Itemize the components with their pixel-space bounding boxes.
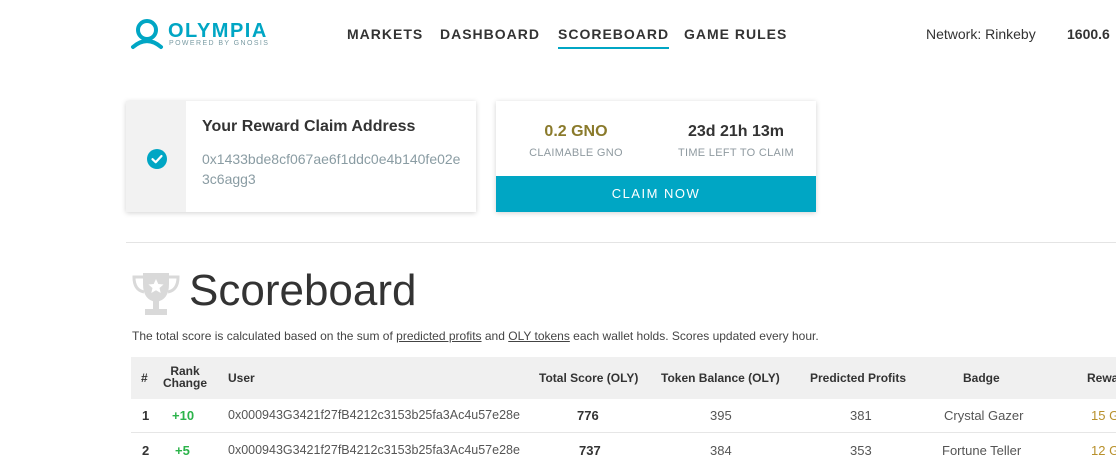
row-rank-change: +10 [172, 408, 195, 423]
time-left-value: 23d 21h 13m [687, 123, 785, 140]
table-row[interactable]: 2 +5 0x000943G3421f27fB4212c3153b25fa3Ac… [131, 434, 1116, 458]
col-token-balance: Token Balance (OLY) [661, 371, 780, 385]
claimable-gno-label: CLAIMABLE GNO [529, 147, 623, 159]
col-rank-change: Rank Change [161, 365, 209, 389]
desc-text-3: each wallet holds. Scores updated every … [569, 329, 819, 343]
desc-text-1: The total score is calculated based on t… [132, 329, 397, 343]
col-total-score: Total Score (OLY) [539, 371, 639, 385]
row-reward: 15 G [1091, 408, 1116, 423]
time-left-label: TIME LEFT TO CLAIM [677, 147, 795, 159]
row-total-score: 776 [577, 408, 599, 423]
row-token-balance: 395 [710, 408, 732, 423]
check-circle-icon [147, 149, 167, 169]
reward-address-value: 0x1433bde8cf067ae6f1ddc0e4b140fe02e3c6ag… [202, 151, 461, 187]
col-predicted-profits: Predicted Profits [810, 371, 907, 385]
col-rank-change-line2: Change [162, 376, 207, 390]
col-rank: # [141, 371, 148, 385]
scoreboard-description: The total score is calculated based on t… [132, 329, 819, 343]
row-total-score: 737 [579, 443, 601, 458]
reward-address-card: Your Reward Claim Address 0x1433bde8cf06… [126, 101, 476, 212]
row-user-address[interactable]: 0x000943G3421f27fB4212c3153b25fa3Ac4u57e… [228, 443, 520, 457]
olympia-logo[interactable]: OLYMPIA POWERED BY GNOSIS [130, 17, 270, 55]
row-predicted-profits: 381 [850, 408, 872, 423]
row-user-address[interactable]: 0x000943G3421f27fB4212c3153b25fa3Ac4u57e… [228, 408, 520, 422]
row-reward: 12 G [1091, 443, 1116, 458]
nav-dashboard[interactable]: DASHBOARD [440, 26, 540, 42]
table-row[interactable]: 1 +10 0x000943G3421f27fB4212c3153b25fa3A… [131, 399, 1116, 433]
time-left-stat: 23d 21h 13m TIME LEFT TO CLAIM [656, 123, 816, 159]
brand-tagline: POWERED BY GNOSIS [169, 40, 270, 47]
predicted-profits-link[interactable]: predicted profits [396, 329, 481, 343]
row-token-balance: 384 [710, 443, 732, 458]
row-rank: 1 [142, 408, 150, 423]
row-badge: Crystal Gazer [944, 408, 1024, 423]
top-header: OLYMPIA POWERED BY GNOSIS MARKETS DASHBO… [0, 0, 1116, 70]
nav-scoreboard[interactable]: SCOREBOARD [558, 26, 670, 49]
nav-markets[interactable]: MARKETS [347, 26, 423, 42]
nav-game-rules[interactable]: GAME RULES [684, 26, 787, 42]
col-user: User [228, 371, 255, 385]
network-label: Network: Rinkeby [926, 26, 1036, 42]
claimable-gno-value: 0.2 GNO [544, 123, 608, 140]
olympia-logo-icon [131, 19, 163, 49]
col-badge: Badge [963, 371, 1000, 385]
col-reward: Rewa [1087, 371, 1116, 385]
reward-address-title: Your Reward Claim Address [202, 118, 416, 135]
claimable-gno-stat: 0.2 GNO CLAIMABLE GNO [496, 123, 656, 159]
scoreboard-title: Scoreboard [189, 266, 417, 315]
row-predicted-profits: 353 [850, 443, 872, 458]
oly-tokens-link[interactable]: OLY tokens [508, 329, 570, 343]
section-divider [126, 242, 1116, 243]
reward-address-status [126, 101, 186, 212]
trophy-icon [132, 273, 180, 315]
table-header: # Rank Change User Total Score (OLY) Tok… [131, 357, 1116, 399]
row-rank-change: +5 [175, 443, 190, 458]
balance-value: 1600.6 [1067, 26, 1110, 42]
row-rank: 2 [142, 443, 150, 458]
claim-card: 0.2 GNO CLAIMABLE GNO 23d 21h 13m TIME L… [496, 101, 816, 212]
desc-text-2: and [481, 329, 509, 343]
row-badge: Fortune Teller [942, 443, 1022, 458]
claim-now-button[interactable]: CLAIM NOW [496, 176, 816, 212]
